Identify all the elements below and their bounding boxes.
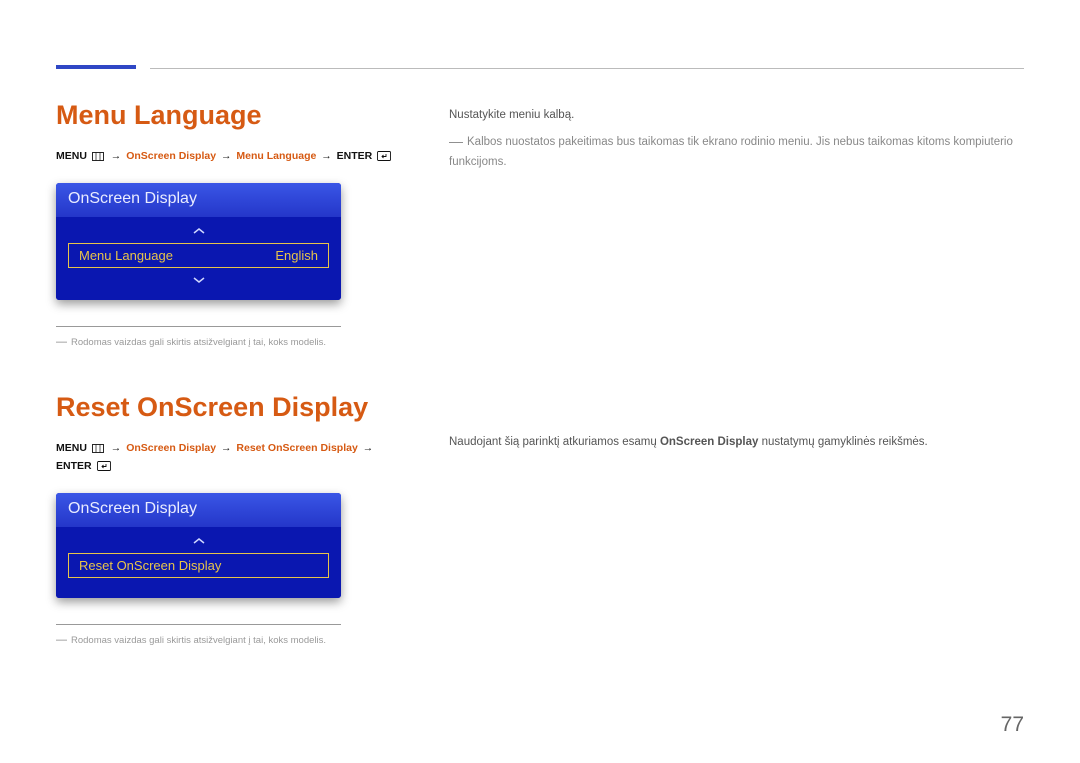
menu-grid-icon [92, 443, 104, 459]
section1-description: Nustatykite meniu kalbą. ―Kalbos nuostat… [449, 106, 1024, 171]
osd-header: OnScreen Display [56, 183, 341, 217]
section-title-menu-language: Menu Language [56, 100, 401, 131]
breadcrumb-reset-osd: MENU → OnScreen Display → Reset OnScreen… [56, 441, 401, 477]
osd-panel-menu-language: OnScreen Display Menu Language English [56, 183, 341, 300]
breadcrumb-enter-label: ENTER [337, 150, 373, 162]
footnote-rule [56, 624, 341, 625]
osd-row-menu-language[interactable]: Menu Language English [68, 243, 329, 268]
page-number: 77 [1001, 713, 1024, 737]
header-rule [150, 68, 1024, 69]
section-title-reset-osd: Reset OnScreen Display [56, 392, 401, 423]
breadcrumb-menu-label: MENU [56, 442, 87, 454]
osd-row-label: Reset OnScreen Display [79, 558, 221, 573]
chevron-up-icon[interactable] [68, 535, 329, 547]
osd-panel-reset: OnScreen Display Reset OnScreen Display [56, 493, 341, 598]
footnote-text: ―Rodomas vaizdas gali skirtis atsižvelgi… [56, 633, 401, 648]
breadcrumb-enter-label: ENTER [56, 460, 92, 472]
osd-row-value: English [275, 248, 318, 263]
breadcrumb-step: Reset OnScreen Display [236, 442, 357, 454]
body-line: Nustatykite meniu kalbą. [449, 106, 1024, 124]
body-note: ―Kalbos nuostatos pakeitimas bus taikoma… [449, 130, 1024, 171]
osd-header: OnScreen Display [56, 493, 341, 527]
footnote-rule [56, 326, 341, 327]
chevron-down-icon[interactable] [68, 274, 329, 286]
osd-row-reset[interactable]: Reset OnScreen Display [68, 553, 329, 578]
breadcrumb-menu-language: MENU → OnScreen Display → Menu Language … [56, 149, 401, 167]
breadcrumb-step: Menu Language [236, 150, 316, 162]
breadcrumb-menu-label: MENU [56, 150, 87, 162]
enter-icon [97, 461, 111, 477]
header-accent-bar [56, 65, 136, 69]
chevron-up-icon[interactable] [68, 225, 329, 237]
breadcrumb-step: OnScreen Display [126, 442, 216, 454]
breadcrumb-step: OnScreen Display [126, 150, 216, 162]
enter-icon [377, 151, 391, 167]
body-line: Naudojant šią parinktį atkuriamos esamų … [449, 433, 1024, 451]
footnote-text: ―Rodomas vaizdas gali skirtis atsižvelgi… [56, 335, 401, 350]
section2-description: Naudojant šią parinktį atkuriamos esamų … [449, 433, 1024, 451]
menu-grid-icon [92, 151, 104, 167]
osd-row-label: Menu Language [79, 248, 173, 263]
